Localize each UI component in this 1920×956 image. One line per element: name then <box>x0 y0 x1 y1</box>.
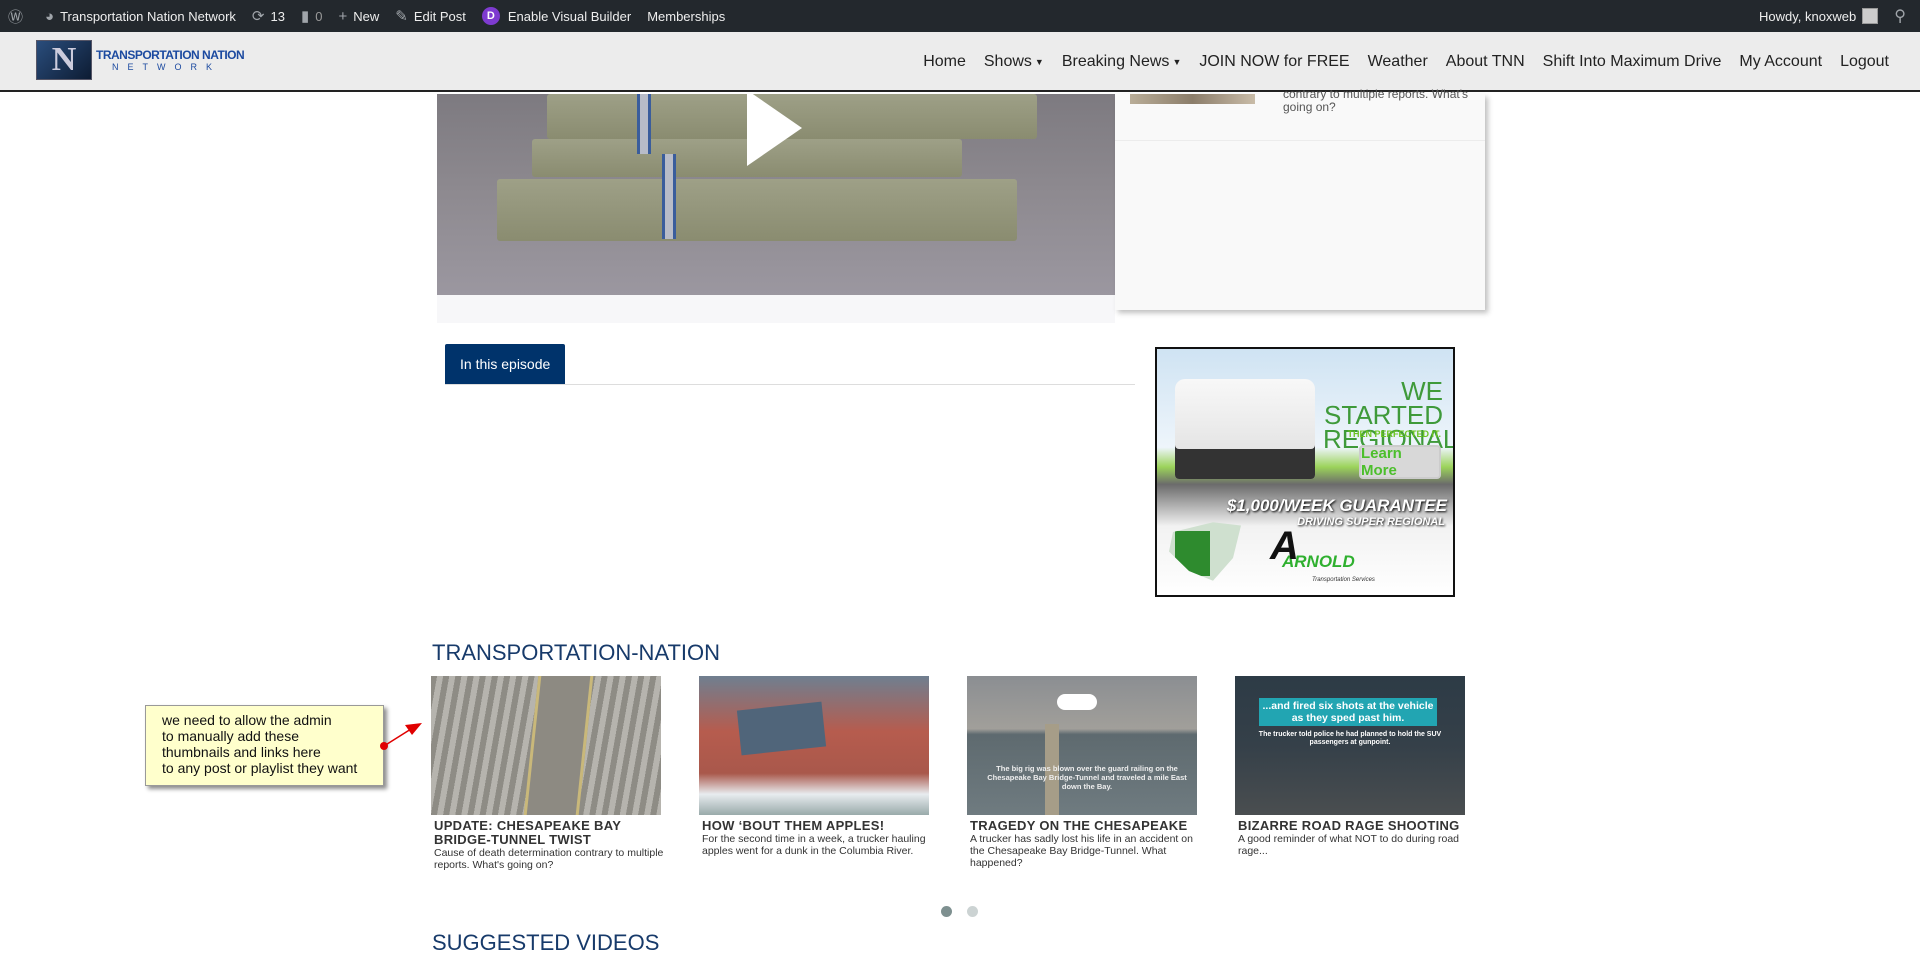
playlist-thumbnail[interactable] <box>1130 94 1255 104</box>
edit-label: Edit Post <box>413 8 466 24</box>
dashboard-icon: ◕ <box>45 7 55 25</box>
us-map-image <box>1169 522 1241 581</box>
card-desc: For the second time in a week, a trucker… <box>702 833 926 857</box>
thumbnail-subcaption: The trucker told police he had planned t… <box>1258 731 1442 746</box>
site-header: N TRANSPORTATION NATION NETWORK Home Sho… <box>0 32 1920 92</box>
updates-icon: ⟳ <box>251 8 265 25</box>
new-content-link[interactable]: + New <box>330 0 387 32</box>
suggested-videos-title: SUGGESTED VIDEOS <box>432 930 660 955</box>
playlist-sidebar: contrary to multiple reports. What's goi… <box>1115 88 1485 310</box>
memberships-label: Memberships <box>647 8 726 24</box>
caret-down-icon: ▼ <box>1034 56 1044 67</box>
thumbnail-caption: The big rig was blown over the guard rai… <box>987 764 1187 791</box>
search-button[interactable]: ⚲ <box>1886 0 1920 32</box>
nav-weather[interactable]: Weather <box>1359 53 1437 71</box>
nav-account[interactable]: My Account <box>1730 53 1831 71</box>
arnold-logo: A ARNOLD <box>1270 524 1355 571</box>
carousel-dot-2[interactable] <box>967 906 978 917</box>
edit-post-link[interactable]: ✎ Edit Post <box>387 0 474 32</box>
video-card[interactable]: HOW ‘BOUT THEM APPLES! For the second ti… <box>699 676 939 857</box>
card-thumbnail[interactable]: The big rig was blown over the guard rai… <box>967 676 1197 815</box>
logo-mark: N <box>36 40 92 80</box>
nav-join[interactable]: JOIN NOW for FREE <box>1190 53 1358 71</box>
admin-bar: Ⓦ ◕ Transportation Nation Network ⟳ 13 ▮ 0 … <box>0 0 1920 32</box>
card-title[interactable]: TRAGEDY ON THE CHESAPEAKE <box>970 819 1207 833</box>
card-title[interactable]: UPDATE: CHESAPEAKE BAY BRIDGE-TUNNEL TWI… <box>434 819 671 847</box>
annotation-arrow-icon <box>380 723 422 750</box>
nav-home[interactable]: Home <box>914 53 975 71</box>
advertisement-banner[interactable]: WE STARTED REGIONAL THEN PERFECTED IT. L… <box>1155 347 1455 597</box>
comment-icon: ▮ <box>300 8 310 25</box>
nav-logout[interactable]: Logout <box>1831 53 1898 71</box>
card-desc: A trucker has sadly lost his life in an … <box>970 833 1193 869</box>
main-nav: Home Shows ▼ Breaking News ▼ JOIN NOW for … <box>914 32 1898 92</box>
ad-guarantee: $1,000/WEEK GUARANTEE <box>1226 496 1447 515</box>
video-card[interactable]: The big rig was blown over the guard rai… <box>967 676 1207 869</box>
ad-driving: DRIVING SUPER REGIONAL <box>1297 516 1445 528</box>
updates-link[interactable]: ⟳ 13 <box>244 0 293 32</box>
nav-shift[interactable]: Shift Into Maximum Drive <box>1534 53 1731 71</box>
plus-icon: + <box>338 7 348 25</box>
ad-headline: WE STARTED REGIONAL <box>1323 376 1455 454</box>
card-thumbnail[interactable] <box>431 676 661 815</box>
section-title: TRANSPORTATION-NATION <box>432 640 721 665</box>
site-name-link[interactable]: ◕ Transportation Nation Network <box>37 0 244 32</box>
annotation-note: we need to allow the admin to manually a… <box>145 705 384 786</box>
carousel-dots <box>941 906 978 917</box>
memberships-link[interactable]: Memberships <box>639 0 733 32</box>
card-thumbnail[interactable] <box>699 676 929 815</box>
annotation-text: we need to allow the admin to manually a… <box>162 712 358 776</box>
updates-count: 13 <box>270 8 285 24</box>
arrow-head <box>405 723 422 735</box>
builder-label: Enable Visual Builder <box>507 8 632 24</box>
card-thumbnail[interactable]: ...and fired six shots at the vehicle as… <box>1235 676 1465 815</box>
nav-about[interactable]: About TNN <box>1437 53 1534 71</box>
truck-image <box>1175 379 1315 479</box>
howdy-label: Howdy, knoxweb <box>1758 8 1857 24</box>
account-menu[interactable]: Howdy, knoxweb <box>1751 0 1886 32</box>
ad-learn-more-button[interactable]: Learn More <box>1359 445 1441 479</box>
episode-tabs: In this episode <box>445 344 1135 385</box>
video-card[interactable]: UPDATE: CHESAPEAKE BAY BRIDGE-TUNNEL TWI… <box>431 676 671 871</box>
pencil-icon: ✎ <box>395 8 408 25</box>
caret-down-icon: ▼ <box>1172 56 1182 67</box>
video-frame-detail <box>662 154 676 239</box>
video-card[interactable]: ...and fired six shots at the vehicle as… <box>1235 676 1475 857</box>
ad-tagline: THEN PERFECTED IT. <box>1347 429 1441 439</box>
nav-breaking-label: Breaking News <box>1061 53 1170 70</box>
wordpress-icon: Ⓦ <box>8 8 24 26</box>
site-name: Transportation Nation Network <box>60 8 236 24</box>
card-desc: Cause of death determination contrary to… <box>434 847 664 871</box>
video-frame-detail <box>637 94 651 154</box>
nav-breaking-news[interactable]: Breaking News ▼ <box>1053 53 1191 71</box>
arrow-line <box>383 728 412 747</box>
divi-icon: D <box>481 7 500 25</box>
avatar <box>1862 8 1879 24</box>
site-logo[interactable]: N TRANSPORTATION NATION NETWORK <box>36 40 245 80</box>
carousel-dot-1[interactable] <box>941 906 952 917</box>
card-desc: A good reminder of what NOT to do during… <box>1238 833 1460 857</box>
tab-in-this-episode[interactable]: In this episode <box>445 344 566 384</box>
visual-builder-link[interactable]: D Enable Visual Builder <box>474 0 639 32</box>
ad-brand-sub: Transportation Services <box>1312 577 1375 583</box>
logo-line2: NETWORK <box>112 62 221 72</box>
nav-shows-label: Shows <box>983 53 1032 70</box>
thumbnail-caption: ...and fired six shots at the vehicle as… <box>1259 698 1437 726</box>
comments-link[interactable]: ▮ 0 <box>293 0 331 32</box>
playlist-item-desc[interactable]: contrary to multiple reports. What's goi… <box>1283 88 1473 114</box>
nav-shows[interactable]: Shows ▼ <box>975 53 1053 71</box>
card-title[interactable]: HOW ‘BOUT THEM APPLES! <box>702 819 939 833</box>
logo-line1: TRANSPORTATION NATION <box>96 48 245 62</box>
comments-count: 0 <box>315 8 323 24</box>
video-frame-detail <box>497 179 1017 241</box>
video-controls-bar <box>437 295 1115 323</box>
play-icon[interactable] <box>747 94 802 166</box>
search-icon: ⚲ <box>1894 8 1906 25</box>
card-title[interactable]: BIZARRE ROAD RAGE SHOOTING <box>1238 819 1475 833</box>
video-player[interactable] <box>437 94 1115 295</box>
divider <box>1115 140 1485 141</box>
wordpress-menu[interactable]: Ⓦ <box>0 0 37 32</box>
new-label: New <box>353 8 380 24</box>
